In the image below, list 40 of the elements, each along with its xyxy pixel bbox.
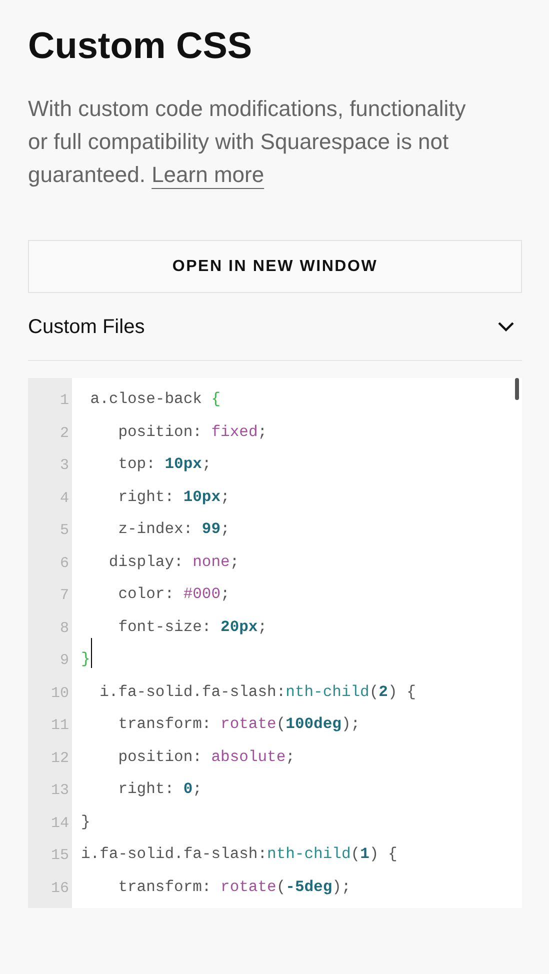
description-text: With custom code modifications, functionality or full compatibility with Squarespace is not guaranteed. Learn more bbox=[28, 95, 467, 189]
code-line: right: 10px; bbox=[117, 486, 230, 508]
line-number: 7 bbox=[60, 587, 69, 604]
line-number: 5 bbox=[60, 522, 69, 539]
code-line: position: fixed; bbox=[117, 422, 268, 442]
line-number: 6 bbox=[60, 554, 69, 572]
line-number: 9 bbox=[60, 652, 69, 669]
line-number: 2 bbox=[60, 424, 69, 442]
line-number: 14 bbox=[50, 814, 69, 832]
code-editor[interactable] bbox=[28, 378, 522, 908]
section-label: Custom Files bbox=[28, 314, 145, 340]
code-line: } bbox=[81, 812, 90, 832]
code-line: transform: rotate(100deg); bbox=[117, 714, 360, 735]
code-line: } bbox=[81, 649, 90, 670]
line-number: 11 bbox=[50, 717, 69, 734]
line-number: 13 bbox=[50, 782, 69, 799]
line-number: 10 bbox=[50, 684, 69, 702]
code-line: font-size: 20px; bbox=[117, 616, 268, 638]
code-line: transform: rotate(-5deg); bbox=[117, 876, 351, 898]
code-line: top: 10px; bbox=[117, 454, 212, 475]
code-line: i.fa-solid.fa-slash:nth-child(1) { bbox=[81, 844, 398, 865]
code-line: position: absolute; bbox=[117, 746, 295, 768]
line-number: 8 bbox=[60, 620, 69, 636]
line-number: 12 bbox=[50, 750, 69, 766]
learn-more-link[interactable]: Learn more bbox=[152, 162, 264, 187]
open-in-new-window-button[interactable]: OPEN IN NEW WINDOW bbox=[28, 240, 522, 293]
code-line: a.close-back { bbox=[89, 389, 221, 410]
line-number: 16 bbox=[50, 880, 69, 896]
code-line: right: 0; bbox=[117, 779, 202, 800]
line-number: 15 bbox=[50, 847, 69, 864]
line-number: 3 bbox=[60, 457, 69, 474]
chevron-down-icon[interactable] bbox=[498, 322, 514, 332]
code-line: display: none; bbox=[108, 552, 240, 572]
page-title: Custom CSS bbox=[28, 24, 252, 68]
code-line: z-index: 99; bbox=[117, 519, 230, 540]
code-line: color: #000; bbox=[117, 584, 230, 605]
line-number: 4 bbox=[60, 490, 69, 506]
scrollbar-thumb[interactable] bbox=[515, 378, 519, 400]
code-line: i.fa-solid.fa-slash:nth-child(2) { bbox=[98, 682, 416, 702]
line-number: 1 bbox=[60, 392, 69, 409]
